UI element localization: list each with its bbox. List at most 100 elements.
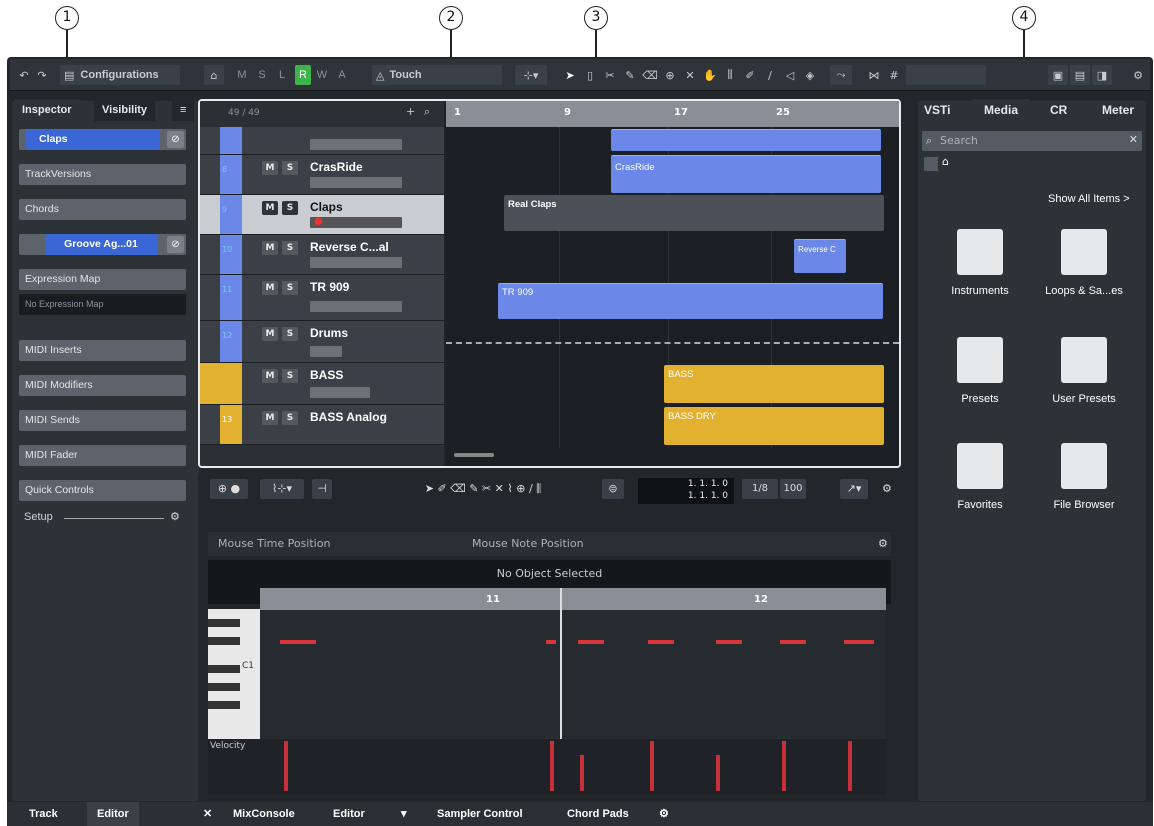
inspector-quick-controls[interactable]: Quick Controls — [19, 480, 186, 501]
track-row[interactable]: 8 M S CrasRide — [200, 155, 444, 195]
midi-note[interactable] — [780, 640, 806, 644]
editor-dropdown-icon[interactable]: ▾ — [401, 802, 407, 826]
tile-presets[interactable]: Presets — [930, 329, 1030, 429]
tile-user-presets[interactable]: User Presets — [1034, 329, 1134, 429]
mode-m[interactable]: M — [234, 65, 250, 85]
audio-event[interactable]: CrasRide — [611, 155, 881, 193]
solo-button[interactable]: S — [282, 369, 298, 383]
close-lower-zone-icon[interactable]: ✕ — [203, 802, 212, 826]
tab-mixconsole[interactable]: MixConsole — [233, 802, 295, 826]
mode-r[interactable]: R — [295, 65, 311, 85]
range-tool-icon[interactable]: ▯ — [582, 65, 598, 85]
velocity-bar[interactable] — [284, 741, 288, 791]
tile-loops-samples[interactable]: Loops & Sa...es — [1034, 221, 1134, 321]
midi-event[interactable] — [611, 129, 881, 151]
solo-button[interactable]: S — [282, 327, 298, 341]
track-row[interactable]: 13 M S BASS Analog — [200, 405, 444, 445]
hand-tool-icon[interactable]: ✋ — [702, 65, 718, 85]
add-track-icon[interactable]: + — [406, 105, 415, 118]
layout-right-icon[interactable]: ◨ — [1092, 65, 1112, 85]
velocity-bar[interactable] — [580, 755, 584, 791]
more-icon[interactable]: ↗▾ — [840, 479, 868, 499]
color-tool-icon[interactable]: ◈ — [802, 65, 818, 85]
inspector-menu-icon[interactable]: ≡ — [172, 99, 195, 121]
lower-zone-gear-icon[interactable]: ⚙ — [659, 802, 669, 826]
link-icon[interactable]: ⌇⊹▾ — [260, 479, 304, 499]
edit-instrument-icon[interactable]: ⊘ — [167, 131, 184, 148]
lock-icon[interactable]: ⌂ — [204, 65, 224, 85]
mute-button[interactable]: M — [262, 327, 278, 341]
search-track-icon[interactable]: ⌕ — [424, 105, 430, 119]
pointer-tool-icon[interactable]: ➤ — [562, 65, 578, 85]
mode-w[interactable]: W — [314, 65, 330, 85]
line-tool-icon[interactable]: ∕ — [762, 65, 778, 85]
velocity-bar[interactable] — [650, 741, 654, 791]
velocity-bar[interactable] — [716, 755, 720, 791]
expression-map-select[interactable]: No Expression Map — [19, 294, 186, 315]
mute-button[interactable]: M — [262, 411, 278, 425]
zoom-tool-icon[interactable]: ⊕ — [662, 65, 678, 85]
tab-vsti[interactable]: VSTi — [924, 99, 950, 121]
solo-button[interactable]: S — [282, 281, 298, 295]
clear-search-icon[interactable]: ✕ — [1129, 133, 1138, 146]
note-grid[interactable] — [260, 588, 886, 740]
audio-event[interactable]: BASS DRY — [664, 407, 884, 445]
record-enable-icon[interactable]: ● — [314, 216, 323, 227]
nudge-button[interactable]: ⊹▾ — [515, 65, 547, 85]
horizontal-scrollbar[interactable] — [454, 453, 494, 457]
midi-note[interactable] — [546, 640, 556, 644]
step-input-icon[interactable]: ⊣ — [312, 479, 332, 499]
mute-button[interactable]: M — [262, 201, 278, 215]
play-tool-icon[interactable]: ◁ — [782, 65, 798, 85]
midi-event[interactable]: TR 909 — [498, 283, 883, 319]
velocity-bar[interactable] — [550, 741, 554, 791]
glue-tool-icon[interactable]: ✎ — [622, 65, 638, 85]
tile-file-browser[interactable]: File Browser — [1034, 435, 1134, 535]
grid-icon[interactable]: # — [886, 65, 902, 85]
editor-gear-icon[interactable]: ⚙ — [882, 482, 892, 495]
piano-keyboard[interactable]: C1 — [208, 609, 260, 739]
track-row[interactable]: 11 M S TR 909 — [200, 275, 444, 321]
edit-instrument-icon[interactable]: ⊘ — [167, 236, 184, 253]
audio-event[interactable]: Reverse C — [794, 239, 846, 273]
inspector-groove-agent[interactable]: Groove Ag...01 ⊘ — [19, 234, 186, 255]
track-row[interactable]: 12 M S Drums — [200, 321, 444, 363]
inspector-midi-sends[interactable]: MIDI Sends — [19, 410, 186, 431]
mute-tool-icon[interactable]: ✕ — [682, 65, 698, 85]
setup-gear-icon[interactable]: ⚙ — [170, 510, 180, 523]
mute-button[interactable]: M — [262, 241, 278, 255]
layout-left-icon[interactable]: ▣ — [1048, 65, 1068, 85]
inspector-trackversions[interactable]: TrackVersions — [19, 164, 186, 185]
midi-note[interactable] — [648, 640, 674, 644]
info-gear-icon[interactable]: ⚙ — [878, 532, 888, 556]
midi-note[interactable] — [716, 640, 742, 644]
back-button[interactable] — [924, 157, 938, 171]
velocity-bar[interactable] — [848, 741, 852, 791]
split-tool-icon[interactable]: ✂ — [602, 65, 618, 85]
snap-icon[interactable]: ⊜ — [602, 479, 624, 499]
inspector-midi-modifiers[interactable]: MIDI Modifiers — [19, 375, 186, 396]
inspector-expression-map[interactable]: Expression Map — [19, 269, 186, 290]
track-row-partial[interactable] — [200, 127, 444, 155]
midi-note[interactable] — [280, 640, 316, 644]
solo-button[interactable]: S — [282, 161, 298, 175]
automation-mode-select[interactable]: ◬ Touch — [372, 65, 502, 85]
tab-media[interactable]: Media — [972, 99, 1031, 121]
snap-icon[interactable]: ⋈ — [866, 65, 882, 85]
solo-button[interactable]: S — [282, 411, 298, 425]
track-row[interactable]: M S BASS — [200, 363, 444, 405]
tab-visibility[interactable]: Visibility — [94, 99, 156, 121]
mode-a[interactable]: A — [334, 65, 350, 85]
tab-chord-pads[interactable]: Chord Pads — [567, 802, 629, 826]
layout-bottom-icon[interactable]: ▤ — [1070, 65, 1090, 85]
solo-editor-icon[interactable]: ⊕ ● — [210, 479, 248, 499]
mute-button[interactable]: M — [262, 161, 278, 175]
autoscroll-icon[interactable]: ⤳ — [830, 65, 852, 85]
inspector-track-name[interactable]: Claps ⊘ — [19, 129, 186, 150]
editor-tools[interactable]: ➤ ✐ ⌫ ✎ ✂ ✕ ⌇ ⊕ ∕ ⫼ — [370, 479, 596, 499]
draw-tool-icon[interactable]: ✐ — [742, 65, 758, 85]
tile-favorites[interactable]: Favorites — [930, 435, 1030, 535]
tab-track[interactable]: Track — [29, 802, 58, 826]
track-row[interactable]: 10 M S Reverse C...al — [200, 235, 444, 275]
inspector-chords[interactable]: Chords — [19, 199, 186, 220]
